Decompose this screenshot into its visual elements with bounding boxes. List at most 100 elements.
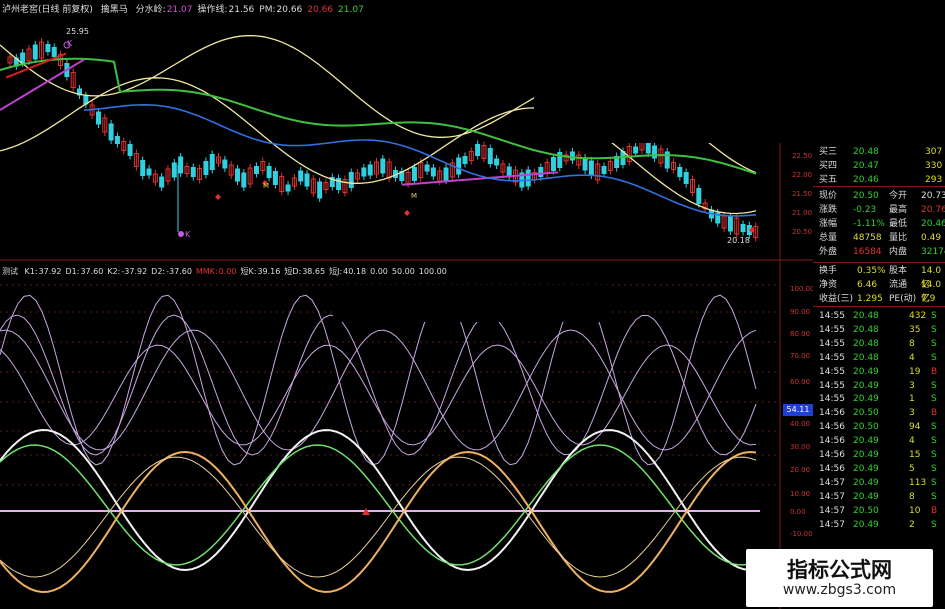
indicator-field-label: 短J:	[329, 267, 343, 276]
tick-side: S	[931, 394, 937, 405]
tick-time: 14:55	[819, 366, 845, 377]
candle-body	[740, 224, 746, 232]
tick-row: 14:55 20.48 4 S	[813, 351, 945, 365]
tick-side: S	[931, 352, 937, 363]
indicator-title: 测试	[2, 267, 18, 276]
stat-label: 收益(三)	[819, 294, 854, 304]
candle-body	[272, 171, 278, 185]
stat-row: 净资 6.46 流通 14.0亿	[813, 278, 945, 304]
candle-body	[361, 167, 367, 177]
indicator-axis-tick: 20.00	[790, 466, 811, 474]
stat-label: 净资	[819, 280, 838, 290]
tick-volume: 15	[909, 450, 921, 460]
tick-price: 20.48	[853, 324, 879, 335]
stat-row: 涨跌 -0.23 最高 20.76	[813, 203, 945, 217]
candle-body	[424, 164, 430, 172]
tick-side: S	[931, 324, 937, 335]
candle-body	[32, 44, 38, 60]
candle-body	[178, 156, 184, 174]
candle-body	[51, 47, 57, 57]
tick-row: 14:56 20.50 94 S	[813, 420, 945, 434]
bid-level-label: 买五	[819, 175, 838, 185]
tick-row: 14:55 20.48 432 S	[813, 309, 945, 323]
candle-body	[494, 158, 500, 166]
m-marker-1: M	[263, 182, 270, 190]
indicator-axis-tick: 10.00	[790, 490, 811, 498]
candle-body	[95, 111, 101, 125]
tick-row: 14:55 20.49 3 S	[813, 379, 945, 393]
watermark-url: www.zbgs3.com	[782, 582, 897, 598]
tick-price: 20.49	[853, 477, 879, 488]
tick-volume: 35	[909, 324, 921, 335]
header-field-label: 分水岭:	[135, 5, 166, 15]
tick-time: 14:57	[819, 477, 845, 488]
tick-time: 14:56	[819, 422, 845, 433]
tick-row: 14:57 20.49 113 S	[813, 476, 945, 490]
tick-time: 14:55	[819, 338, 845, 349]
candle-body	[411, 167, 417, 181]
tick-volume: 8	[909, 491, 915, 502]
tick-time: 14:56	[819, 436, 845, 447]
tick-price: 20.49	[853, 366, 879, 377]
tick-time: 14:56	[819, 408, 845, 419]
tick-time: 14:57	[819, 491, 845, 502]
tick-side: B	[931, 366, 938, 377]
tick-price: 20.49	[853, 519, 879, 530]
candle-body	[727, 216, 733, 232]
tick-volume: 4	[909, 352, 915, 363]
candle-body	[430, 167, 436, 177]
bid-row: 买四 20.47 330	[813, 159, 945, 173]
candle-body	[538, 167, 544, 177]
k-marker-2: K	[185, 230, 191, 239]
signal-diamond	[215, 194, 221, 200]
tick-side: S	[931, 338, 937, 349]
quote-panel: 买三 20.48 307 买四 20.47 330 买五 20.46 293 现价 20.50 今开…	[813, 143, 945, 609]
indicator-field-label: K1:	[24, 267, 38, 276]
tick-price: 20.48	[853, 352, 879, 363]
indicator-axis-tick: 70.00	[790, 352, 811, 360]
candle-body	[348, 172, 354, 188]
bid-volume: 330	[925, 161, 943, 171]
tick-volume: 432	[909, 311, 927, 321]
indicator-field-value: 100.00	[418, 267, 447, 276]
kd-d2-line	[0, 456, 757, 578]
stat-label: 今开	[889, 191, 908, 201]
candle-body	[582, 157, 588, 171]
stat-value: 48758	[853, 233, 882, 243]
candle-body	[266, 166, 272, 178]
stat-label: 涨幅	[819, 219, 838, 229]
candle-body	[683, 172, 689, 184]
indicator-axis-tick: 0.00	[790, 508, 806, 516]
indicator-header: 测试 K1:37.92 D1:37.60 K2:-37.92 D2:-37.60 MMK…	[2, 266, 455, 277]
indicator-field-value: 0.00	[370, 267, 388, 276]
bid-price: 20.46	[853, 175, 879, 185]
bid-price: 20.47	[853, 161, 879, 171]
watermark: 指标公式网 www.zbgs3.com	[746, 549, 933, 607]
tick-row: 14:56 20.49 5 S	[813, 462, 945, 476]
tick-row: 14:57 20.50 10 B	[813, 504, 945, 518]
tick-time: 14:56	[819, 450, 845, 460]
masked-region-indicator	[333, 285, 609, 322]
candle-body	[234, 168, 240, 182]
indicator-field-value: 0.00	[218, 267, 237, 276]
stat-row: 换手 0.35% 股本 14.0亿	[813, 264, 945, 290]
tick-price: 20.49	[853, 491, 879, 502]
header-field-value: 20.66	[307, 5, 334, 15]
stat-value: 1.295	[857, 294, 883, 304]
candle-body	[45, 44, 51, 52]
candle-body	[140, 160, 146, 176]
tick-volume: 19	[909, 366, 921, 377]
candle-body	[304, 173, 310, 187]
stat-label: 最高	[889, 205, 908, 215]
tick-row: 14:55 20.49 1 S	[813, 392, 945, 406]
stat-label: 流通	[889, 280, 908, 290]
m-marker-2: M	[411, 192, 418, 200]
indicator-axis-tick: 30.00	[790, 443, 811, 451]
tick-row: 14:55 20.49 19 B	[813, 365, 945, 379]
signal-diamond	[404, 210, 410, 216]
stat-value: -1.11%	[853, 219, 885, 229]
indicator-field-label: MMK:	[195, 267, 218, 276]
stat-row: 总量 48758 量比 0.49	[813, 231, 945, 245]
candle-body	[456, 157, 462, 175]
tick-side: S	[931, 491, 937, 502]
